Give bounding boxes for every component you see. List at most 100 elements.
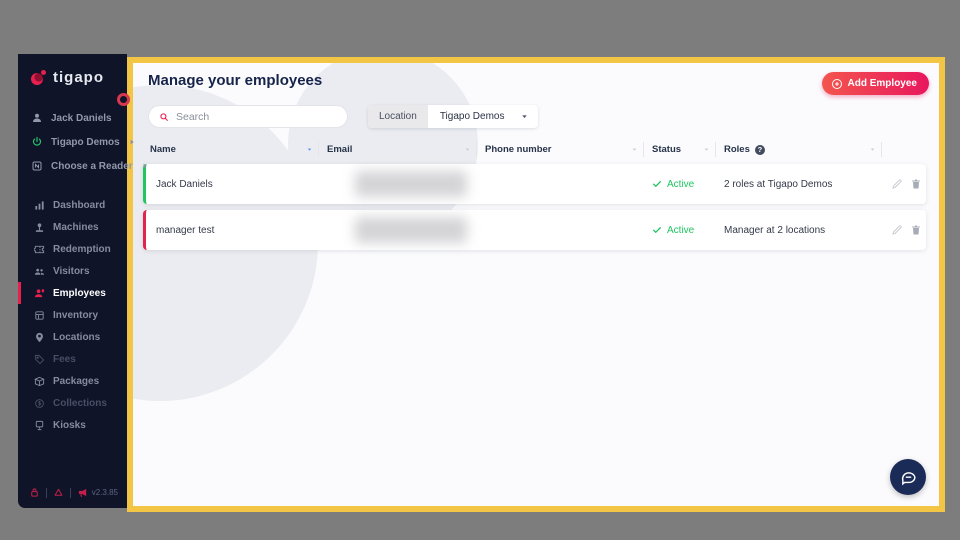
trash-icon[interactable] [910,224,922,236]
fees-icon [34,354,45,365]
chevron-right-icon [141,162,149,170]
collections-icon [34,398,45,409]
chat-bubble-icon [900,469,917,486]
app-logo[interactable]: tigapo [18,54,127,106]
cell-status: Active [644,225,716,236]
sidebar-account-choose-a-reader[interactable]: Choose a Reader [18,154,147,178]
search-input[interactable] [176,110,337,123]
megaphone-icon[interactable] [77,487,88,498]
sidebar-item-label: Packages [53,375,100,387]
sidebar-account-jack-daniels[interactable]: Jack Daniels [18,106,127,130]
divider [70,487,71,498]
power-icon [31,136,43,148]
chat-fab[interactable] [890,459,926,495]
page-header: Manage your employees Add Employee [133,63,939,95]
cell-name: Jack Daniels [156,178,213,190]
toolbar: Location Tigapo Demos [148,105,939,128]
sidebar-item-label: Machines [53,221,99,233]
sidebar-item-kiosks[interactable]: Kiosks [18,414,127,436]
location-filter-label: Location [368,105,428,128]
edit-icon[interactable] [891,178,903,190]
add-employee-label: Add Employee [847,78,917,89]
sidebar-item-inventory[interactable]: Inventory [18,304,127,326]
sidebar-menu: Dashboard Machines Redemption Visitors Emplo… [18,194,127,436]
sidebar: tigapo Jack Daniels Tigapo Demos Choose a … [18,54,147,508]
sidebar-account-section: Jack Daniels Tigapo Demos Choose a Reader [18,106,147,178]
cell-status: Active [644,179,716,190]
sidebar-item-label: Redemption [53,243,111,255]
dashboard-icon [34,200,45,211]
user-avatar-icon [31,112,43,124]
sidebar-item-locations[interactable]: Locations [18,326,127,348]
column-header-label: Phone number [485,144,552,155]
page-title: Manage your employees [148,72,323,89]
app-version: v2.3.85 [91,488,118,497]
add-employee-button[interactable]: Add Employee [821,72,929,95]
cell-roles: Manager at 2 locations [724,224,826,236]
machines-icon [34,222,45,233]
column-header-email[interactable]: Email [319,142,477,157]
account-item-label: Choose a Reader [51,160,133,172]
sidebar-item-employees[interactable]: Employees [18,282,127,304]
sort-caret-icon [306,146,313,153]
divider [46,487,47,498]
table-header-row: Name Email Phone number Status Roles? [143,137,926,162]
column-header-actions [882,142,926,157]
cell-email [319,217,477,243]
table-row-manager-test[interactable]: manager test Active Manager at 2 locations [143,210,926,250]
sort-caret-icon [703,146,710,153]
sidebar-item-visitors[interactable]: Visitors [18,260,127,282]
edit-icon[interactable] [891,224,903,236]
help-icon[interactable]: ? [754,144,765,155]
sidebar-item-label: Employees [53,287,106,299]
cell-email [319,171,477,197]
employees-icon [34,288,45,299]
location-filter[interactable]: Location Tigapo Demos [368,105,539,128]
sidebar-item-fees: Fees [18,348,127,370]
sidebar-item-label: Dashboard [53,199,106,211]
sidebar-footer-icons [29,487,88,498]
cell-roles: 2 roles at Tigapo Demos [724,178,833,190]
search-box[interactable] [148,105,348,128]
status-badge: Active [667,224,695,236]
sidebar-item-label: Fees [53,353,76,365]
sidebar-item-machines[interactable]: Machines [18,216,127,238]
status-badge: Active [667,178,695,190]
column-header-label: Name [150,144,176,155]
redemption-icon [34,244,45,255]
cell-actions [882,224,926,236]
column-header-roles[interactable]: Roles? [716,142,882,157]
sidebar-item-label: Visitors [53,265,90,277]
sidebar-item-label: Locations [53,331,101,343]
lock-icon[interactable] [29,487,40,498]
chevron-right-icon [128,138,136,146]
check-icon [652,225,662,235]
recycle-icon[interactable] [53,487,64,498]
check-icon [652,179,662,189]
chevron-down-icon [520,112,529,121]
column-header-label: Status [652,144,682,155]
nfc-reader-icon [31,160,43,172]
table-row-jack-daniels[interactable]: Jack Daniels Active 2 roles at Tigapo Demo… [143,164,926,204]
table-body: Jack Daniels Active 2 roles at Tigapo Demo… [143,164,926,250]
inventory-icon [34,310,45,321]
column-header-label: Email [327,144,353,155]
logo-text: tigapo [53,69,104,86]
trash-icon[interactable] [910,178,922,190]
sidebar-item-label: Inventory [53,309,99,321]
column-header-name[interactable]: Name [143,142,319,157]
sidebar-item-label: Collections [53,397,107,409]
locations-icon [34,332,45,343]
kiosks-icon [34,420,45,431]
sidebar-account-tigapo-demos[interactable]: Tigapo Demos [18,130,134,154]
annotation-ring [117,93,130,106]
column-header-label: Roles [724,144,750,155]
column-header-phone[interactable]: Phone number [477,142,644,157]
sidebar-item-dashboard[interactable]: Dashboard [18,194,127,216]
location-filter-value: Tigapo Demos [439,111,505,122]
column-header-status[interactable]: Status [644,142,716,157]
sidebar-item-redemption[interactable]: Redemption [18,238,127,260]
sidebar-item-collections: Collections [18,392,127,414]
sidebar-item-packages[interactable]: Packages [18,370,127,392]
tigapo-logo-icon [31,70,46,85]
